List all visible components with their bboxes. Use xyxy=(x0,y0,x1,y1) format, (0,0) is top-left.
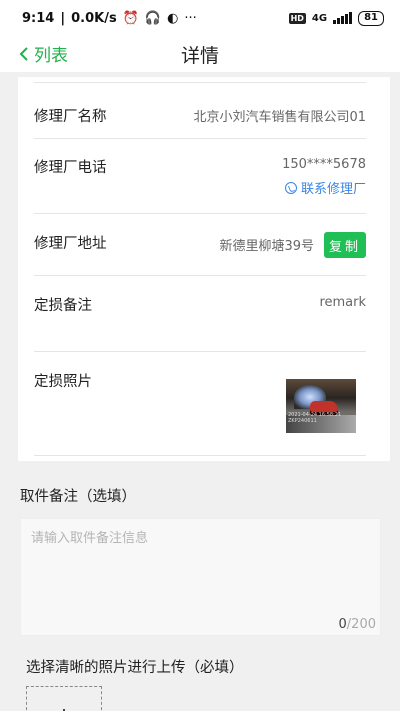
chevron-left-icon xyxy=(19,46,28,61)
status-left: 9:14 | 0.0K/s ⏰ 🎧 ◐ ··· xyxy=(22,11,197,26)
network-type: 4G xyxy=(311,12,328,24)
signal-icon xyxy=(333,12,353,24)
status-time: 9:14 xyxy=(22,10,55,26)
battery-level: 81 xyxy=(364,11,378,23)
damage-remark-value: remark xyxy=(319,295,366,310)
browser-icon: ◐ xyxy=(167,10,179,26)
row-shop-address: 修理厂地址 新德里柳塘39号 复制 xyxy=(34,213,366,275)
repair-shop-card: 修理厂名称 北京小刘汽车销售有限公司01 修理厂电话 150****5678 联… xyxy=(18,77,390,461)
contact-shop-label: 联系修理厂 xyxy=(300,182,366,197)
upload-title: 选择清晰的照片进行上传（必填） xyxy=(26,660,244,676)
headphones-icon: 🎧 xyxy=(144,10,162,26)
alarm-icon: ⏰ xyxy=(122,10,139,26)
pickup-remark-counter: 0/200 xyxy=(339,617,376,632)
pickup-remark-placeholder: 请输入取件备注信息 xyxy=(31,531,149,546)
shop-address-value: 新德里柳塘39号 xyxy=(219,239,314,254)
row-shop-phone: 修理厂电话 150****5678 联系修理厂 xyxy=(34,138,366,213)
photo-stamp-id: ZKP240611 xyxy=(288,418,317,424)
battery-icon: 81 xyxy=(358,10,384,26)
pickup-remark-title: 取件备注（选填） xyxy=(20,489,136,505)
status-right: HD 4G 81 xyxy=(288,10,384,26)
damage-photos-label: 定损照片 xyxy=(34,374,92,390)
back-button[interactable]: 列表 xyxy=(18,41,68,66)
more-icon: ··· xyxy=(184,10,197,26)
back-label: 列表 xyxy=(34,46,68,66)
photo-car xyxy=(310,401,338,412)
damage-remark-label: 定损备注 xyxy=(34,298,92,314)
copy-address-button[interactable]: 复制 xyxy=(324,232,366,258)
phone-icon xyxy=(284,181,297,194)
photo-stamp: 2021-04-24 16:58:21 ZKP240611 xyxy=(288,412,341,424)
char-count: 0 xyxy=(338,617,347,632)
shop-phone-value: 150****5678 xyxy=(282,157,366,172)
shop-name-value: 北京小刘汽车销售有限公司01 xyxy=(193,110,366,125)
page-title: 详情 xyxy=(180,44,219,67)
shop-phone-label: 修理厂电话 xyxy=(34,160,107,176)
row-damage-photos: 定损照片 2021-04-24 16:58:21 ZKP240611 xyxy=(34,351,366,456)
hd-badge: HD xyxy=(288,12,306,24)
upload-photo-button[interactable] xyxy=(26,686,102,711)
contact-shop-link[interactable]: 联系修理厂 xyxy=(284,178,366,197)
char-max: /200 xyxy=(346,617,376,632)
row-damage-remark: 定损备注 remark xyxy=(34,275,366,351)
status-net-speed: 0.0K/s xyxy=(71,10,117,26)
shop-name-label: 修理厂名称 xyxy=(34,109,107,125)
nav-bar: 列表 详情 xyxy=(0,36,400,72)
status-bar: 9:14 | 0.0K/s ⏰ 🎧 ◐ ··· HD 4G 81 xyxy=(0,0,400,36)
damage-photo-thumbnail[interactable]: 2021-04-24 16:58:21 ZKP240611 xyxy=(286,379,356,433)
pickup-remark-input[interactable]: 请输入取件备注信息 0/200 xyxy=(20,518,381,636)
shop-address-label: 修理厂地址 xyxy=(34,236,107,252)
status-divider: | xyxy=(60,10,66,26)
row-shop-name: 修理厂名称 北京小刘汽车销售有限公司01 xyxy=(34,82,366,138)
